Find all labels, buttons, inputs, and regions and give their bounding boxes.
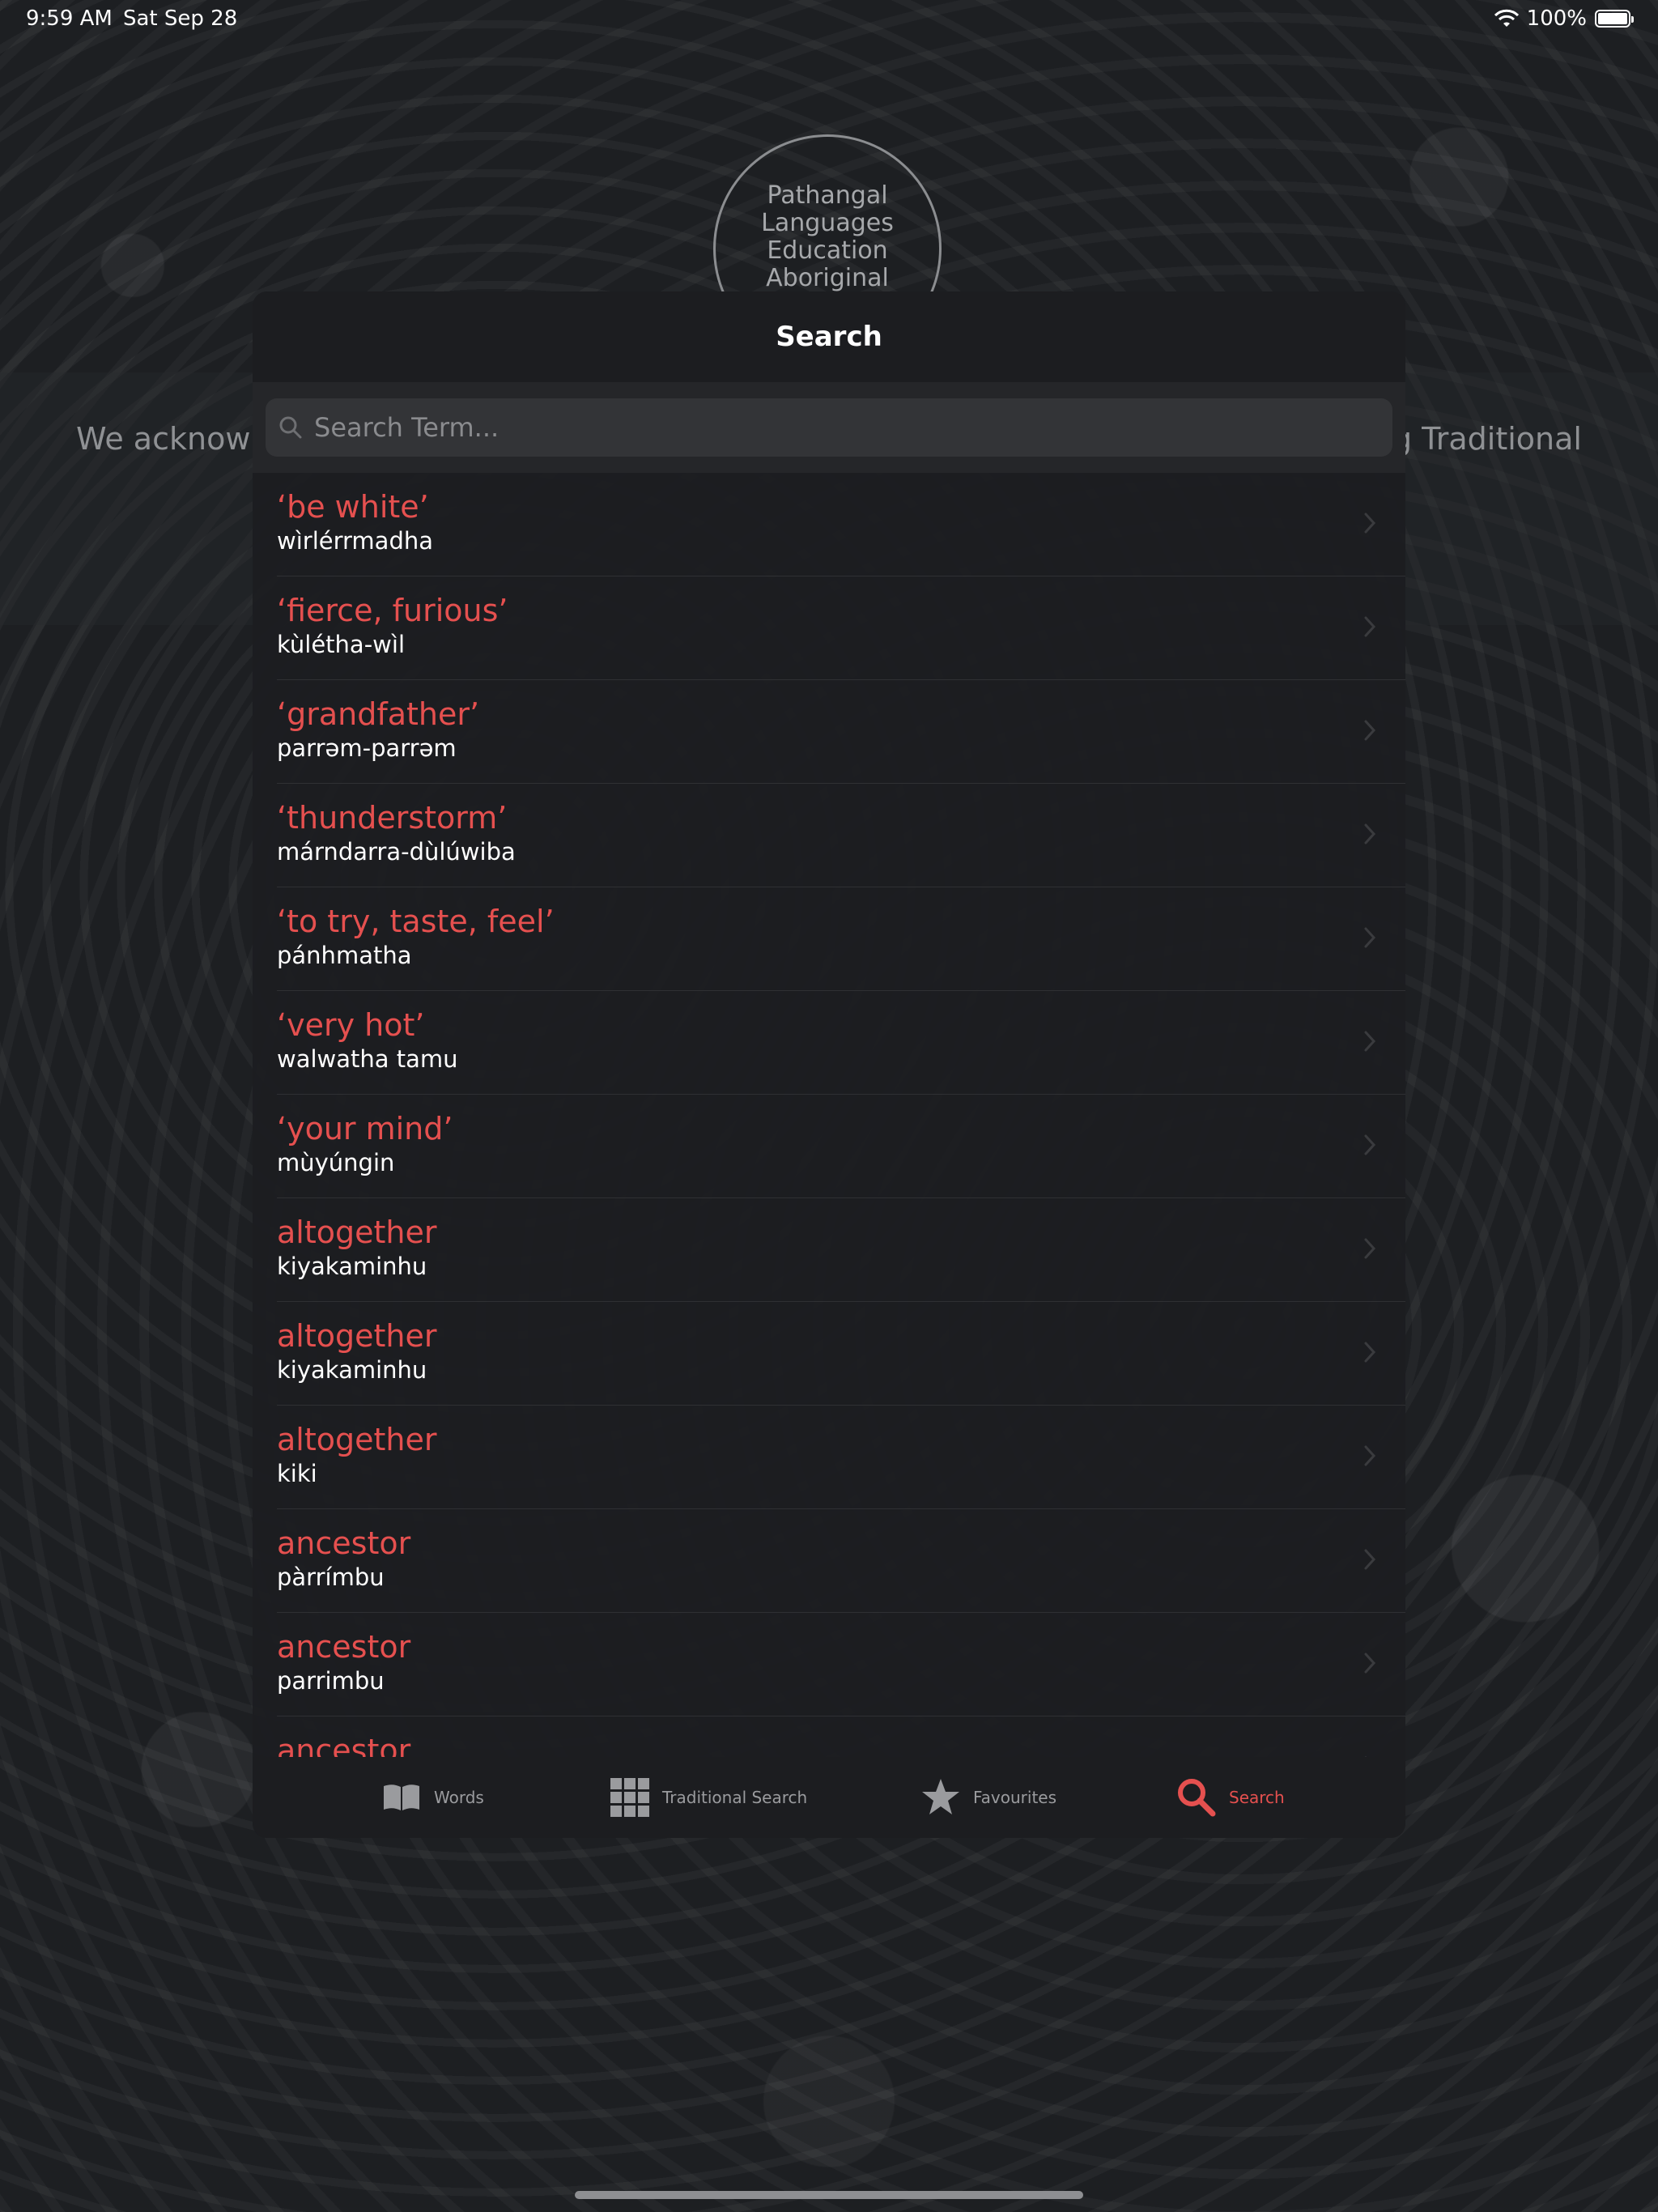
star-icon — [922, 1779, 959, 1814]
search-bar — [253, 382, 1405, 473]
chevron-right-icon — [1364, 1342, 1376, 1363]
logo-line: Pathangal — [767, 181, 888, 210]
list-item[interactable]: ancestor pàrrímbu — [253, 1509, 1405, 1613]
magnifier-icon — [1178, 1779, 1216, 1817]
list-item[interactable]: ‘grandfather’ parrəm-parrəm — [253, 680, 1405, 784]
result-english: ‘your mind’ — [277, 1111, 453, 1146]
list-item[interactable]: altogether kiyakaminhu — [253, 1198, 1405, 1302]
tab-label: Words — [434, 1788, 484, 1807]
list-item[interactable]: ancestorparrimbu — [253, 1613, 1405, 1716]
book-icon — [384, 1784, 419, 1810]
result-english: ‘be white’ — [277, 489, 429, 525]
result-traditional: kùlétha-wìl — [277, 631, 405, 658]
chevron-right-icon — [1364, 927, 1376, 948]
result-traditional: pàrrímbu — [277, 1563, 385, 1591]
results-list: ‘be white’ wìrlérrmadha ‘fierce, furious’ k… — [253, 473, 1405, 1820]
result-traditional: kiki — [277, 1460, 317, 1487]
tab-favourites[interactable]: Favourites — [920, 1757, 1056, 1838]
result-traditional: pánhmatha — [277, 942, 412, 969]
chevron-right-icon — [1364, 616, 1376, 637]
result-english: altogether — [277, 1422, 437, 1457]
chevron-right-icon — [1364, 1031, 1376, 1052]
chevron-right-icon — [1364, 1134, 1376, 1155]
ack-right: g Traditional — [1392, 421, 1582, 457]
chevron-right-icon — [1364, 823, 1376, 844]
status-bar: 9:59 AM Sat Sep 28 100% — [0, 0, 1658, 39]
chevron-right-icon — [1364, 1549, 1376, 1570]
chevron-right-icon — [1364, 1238, 1376, 1259]
chevron-right-icon — [1364, 720, 1376, 741]
list-item[interactable]: ‘fierce, furious’ kùlétha-wìl — [253, 576, 1405, 680]
chevron-right-icon — [1364, 1445, 1376, 1466]
tab-words[interactable]: Words — [380, 1757, 484, 1838]
list-item[interactable]: ‘be white’ wìrlérrmadha — [253, 473, 1405, 576]
battery-percent: 100% — [1526, 6, 1587, 31]
tab-bar: Words Traditional Search Favourites Sear… — [253, 1757, 1405, 1838]
list-item[interactable]: ‘to try, taste, feel’ pánhmatha — [253, 887, 1405, 991]
result-traditional: márndarra-dùlúwiba — [277, 838, 516, 866]
result-english: ‘grandfather’ — [277, 696, 480, 732]
result-english: ‘very hot’ — [277, 1007, 425, 1043]
search-input[interactable] — [312, 411, 1380, 444]
wifi-icon — [1494, 9, 1519, 27]
result-english: altogether — [277, 1318, 437, 1354]
chevron-right-icon — [1364, 513, 1376, 534]
status-date: Sat Sep 28 — [123, 6, 238, 31]
list-item[interactable]: ‘very hot’ walwatha tamu — [253, 991, 1405, 1095]
search-icon — [279, 416, 302, 439]
tab-label: Traditional Search — [662, 1788, 808, 1807]
result-english: ‘thunderstorm’ — [277, 800, 508, 836]
tab-search[interactable]: Search — [1175, 1757, 1285, 1838]
battery-icon — [1595, 10, 1634, 28]
result-english: ‘to try, taste, feel’ — [277, 904, 555, 939]
result-english: ancestor — [277, 1525, 411, 1561]
list-item[interactable]: ‘thunderstorm’ márndarra-dùlúwiba — [253, 784, 1405, 887]
result-traditional: walwatha tamu — [277, 1045, 458, 1073]
sheet-header: Search — [253, 291, 1405, 382]
search-box[interactable] — [266, 398, 1392, 457]
logo-line: Education — [767, 236, 888, 265]
chevron-right-icon — [1364, 1653, 1376, 1674]
list-item[interactable]: altogether kiyakaminhu — [253, 1302, 1405, 1406]
tab-label: Favourites — [973, 1788, 1057, 1807]
home-indicator[interactable] — [575, 2191, 1083, 2199]
result-traditional: parrimbu — [277, 1667, 385, 1695]
result-traditional: kiyakaminhu — [277, 1253, 427, 1280]
result-traditional: kiyakaminhu — [277, 1356, 427, 1384]
list-item[interactable]: altogether kiki — [253, 1406, 1405, 1509]
ack-left: We acknowl — [76, 421, 259, 457]
status-indicators: 100% — [1494, 6, 1634, 31]
result-english: altogether — [277, 1214, 437, 1250]
result-english: ‘fierce, furious’ — [277, 593, 508, 628]
tab-traditional-search[interactable]: Traditional Search — [609, 1757, 807, 1838]
sheet-title: Search — [776, 321, 882, 353]
result-english: ancestor — [277, 1629, 411, 1665]
status-time: 9:59 AM — [26, 6, 113, 31]
result-traditional: mùyúngin — [277, 1149, 395, 1176]
search-sheet: Search ‘be white’wìrlérrmadha‘fierce, fu… — [253, 291, 1405, 1838]
list-item[interactable]: ‘your mind’ mùyúngin — [253, 1095, 1405, 1198]
logo-line: Aboriginal — [766, 264, 889, 292]
logo-line: Languages — [761, 209, 894, 237]
result-traditional: wìrlérrmadha — [277, 527, 434, 555]
tab-label: Search — [1229, 1788, 1285, 1807]
grid-icon — [610, 1778, 649, 1817]
result-traditional: parrəm-parrəm — [277, 734, 457, 762]
